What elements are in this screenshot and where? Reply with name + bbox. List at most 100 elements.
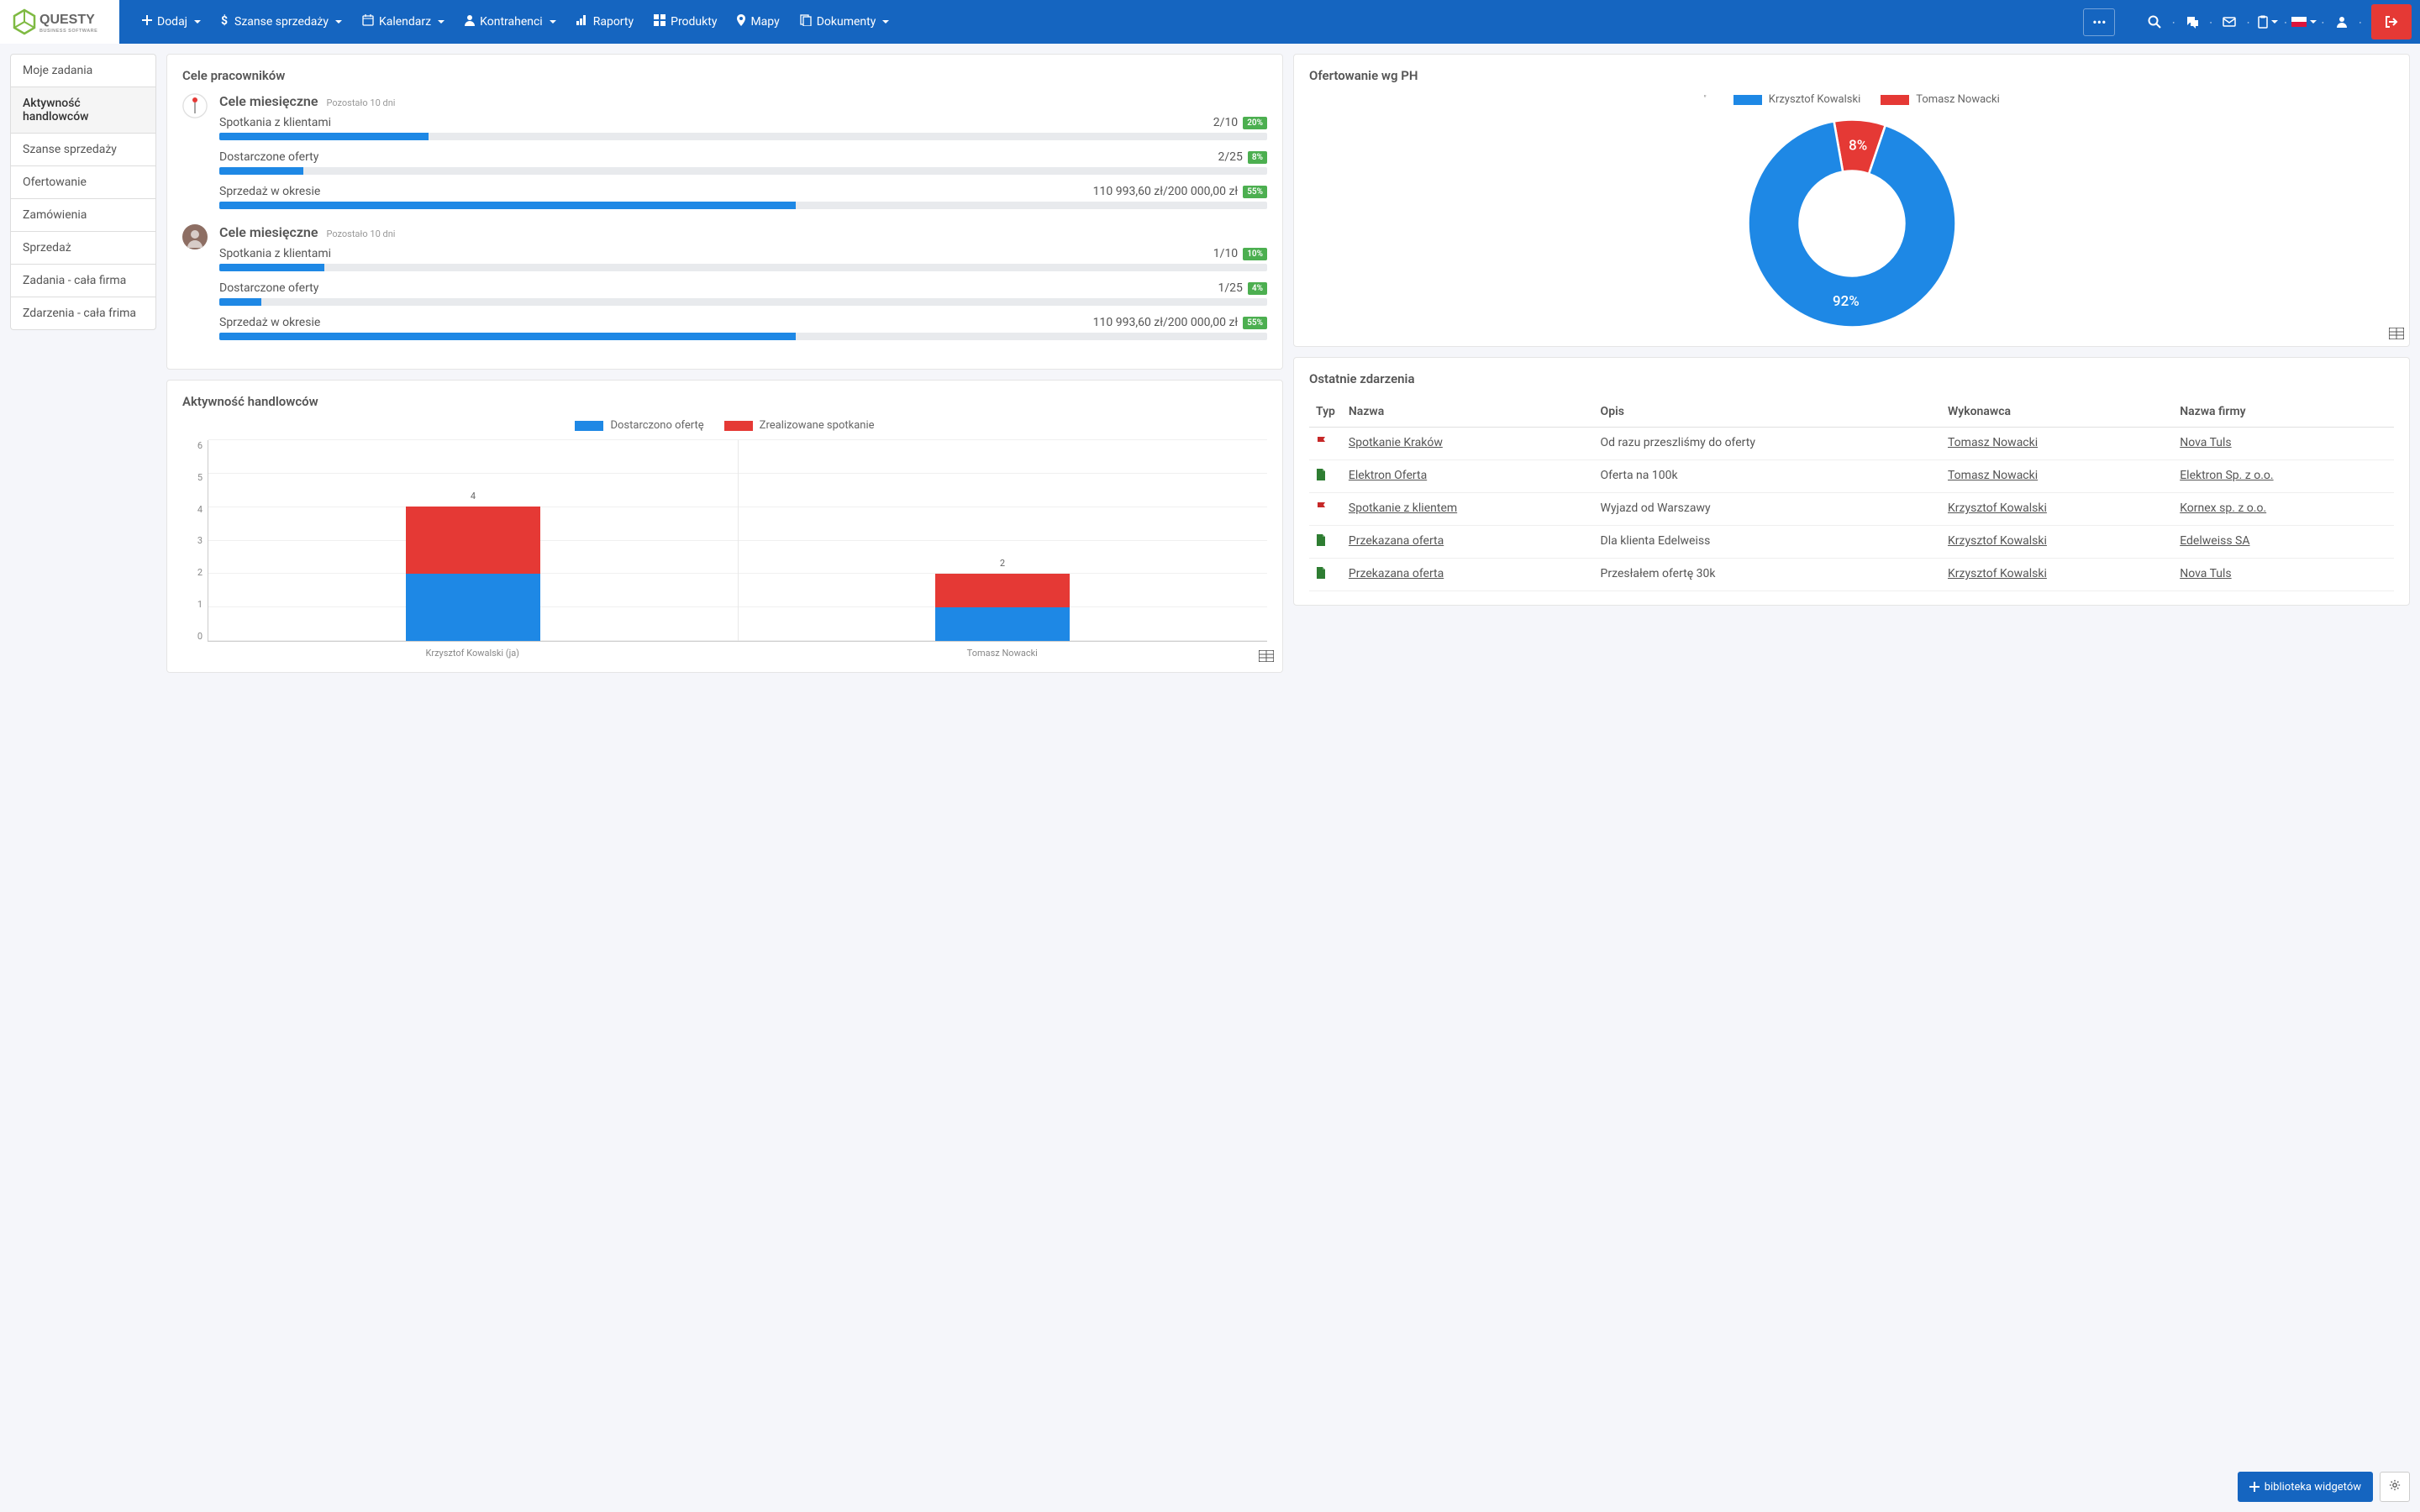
bar-chart-legend: Dostarczono ofertę Zrealizowane spotkanie — [182, 419, 1267, 432]
event-type-icon — [1309, 428, 1342, 460]
avatar — [182, 93, 208, 118]
events-card: Ostatnie zdarzenia TypNazwaOpisWykonawca… — [1293, 357, 2410, 606]
sidebar-tabs: Moje zadaniaAktywność handlowcówSzanse s… — [10, 54, 156, 330]
event-name-link[interactable]: Przekazana oferta — [1349, 534, 1444, 548]
sidebar-tab-5[interactable]: Sprzedaż — [11, 232, 155, 265]
event-name-link[interactable]: Przekazana oferta — [1349, 567, 1444, 580]
nav-dodaj[interactable]: Dodaj — [132, 0, 211, 44]
file-icon — [800, 14, 812, 29]
progress-bar — [219, 333, 1267, 340]
sidebar-tab-0[interactable]: Moje zadania — [11, 55, 155, 87]
nav-szanse-sprzedaży[interactable]: $Szanse sprzedaży — [211, 0, 352, 44]
dollar-icon: $ — [221, 14, 229, 29]
sidebar: Moje zadaniaAktywność handlowcówSzanse s… — [10, 54, 156, 673]
chart-icon — [576, 15, 588, 29]
activity-card: Aktywność handlowców Dostarczono ofertę Z… — [166, 380, 1283, 673]
x-axis-label: Krzysztof Kowalski (ja) — [208, 648, 738, 659]
table-row: Elektron OfertaOferta na 100kTomasz Nowa… — [1309, 460, 2394, 493]
goals-title: Cele pracowników — [182, 68, 1267, 83]
sidebar-tab-1[interactable]: Aktywność handlowców — [11, 87, 155, 134]
nav-raporty[interactable]: Raporty — [566, 0, 644, 44]
sidebar-tab-3[interactable]: Ofertowanie — [11, 166, 155, 199]
widgets-button-label: biblioteka widgetów — [2265, 1481, 2361, 1494]
clipboard-icon[interactable] — [2253, 8, 2281, 36]
svg-text:BUSINESS SOFTWARE: BUSINESS SOFTWARE — [39, 29, 97, 34]
legend-item[interactable]: Krzysztof Kowalski — [1733, 93, 1860, 106]
progress-bar — [219, 298, 1267, 306]
event-firm-link[interactable]: Kornex sp. z o.o. — [2180, 501, 2266, 515]
event-desc: Wyjazd od Warszawy — [1594, 493, 1941, 526]
progress-bar — [219, 167, 1267, 175]
nav-mapy[interactable]: Mapy — [727, 0, 789, 44]
sidebar-tab-2[interactable]: Szanse sprzedaży — [11, 134, 155, 166]
nav-overflow-button[interactable]: ••• — [2083, 8, 2115, 36]
event-name-link[interactable]: Spotkanie Kraków — [1349, 436, 1443, 449]
event-firm-link[interactable]: Edelweiss SA — [2180, 534, 2249, 548]
event-type-icon — [1309, 460, 1342, 493]
table-header: Nazwa firmy — [2173, 396, 2394, 428]
nav-kalendarz[interactable]: Kalendarz — [352, 0, 455, 44]
table-header: Opis — [1594, 396, 1941, 428]
nav-right: ● ● ● ● ● ● — [2140, 0, 2412, 44]
progress-bar — [219, 264, 1267, 271]
event-name-link[interactable]: Elektron Oferta — [1349, 469, 1427, 482]
goals-card: Cele pracowników Cele miesięcznePozostał… — [166, 54, 1283, 370]
footer-buttons: biblioteka widgetów — [2238, 1472, 2410, 1502]
logout-button[interactable] — [2371, 4, 2412, 39]
event-type-icon — [1309, 526, 1342, 559]
table-row: Przekazana ofertaPrzesłałem ofertę 30kKr… — [1309, 559, 2394, 591]
table-view-icon[interactable] — [2389, 328, 2404, 343]
top-nav: QUESTY BUSINESS SOFTWARE Dodaj$Szanse sp… — [0, 0, 2420, 44]
x-axis-label: Tomasz Nowacki — [738, 648, 1268, 659]
progress-bar — [219, 202, 1267, 209]
sidebar-tab-4[interactable]: Zamówienia — [11, 199, 155, 232]
nav-dokumenty[interactable]: Dokumenty — [790, 0, 900, 44]
event-who-link[interactable]: Krzysztof Kowalski — [1948, 567, 2047, 580]
donut-card: Ofertowanie wg PH "Krzysztof KowalskiTom… — [1293, 54, 2410, 347]
widgets-library-button[interactable]: biblioteka widgetów — [2238, 1472, 2373, 1502]
goal-item: Spotkania z klientami1/1010% — [219, 247, 1267, 271]
event-firm-link[interactable]: Nova Tuls — [2180, 436, 2231, 449]
event-type-icon — [1309, 493, 1342, 526]
table-header: Wykonawca — [1941, 396, 2173, 428]
bar-chart: 6543210 42 Krzysztof Kowalski (ja)Tomasz… — [182, 440, 1267, 659]
goal-item: Dostarczone oferty2/258% — [219, 150, 1267, 175]
events-table: TypNazwaOpisWykonawcaNazwa firmy Spotkan… — [1309, 396, 2394, 591]
language-flag[interactable] — [2290, 8, 2318, 36]
mail-icon[interactable] — [2215, 8, 2244, 36]
event-who-link[interactable]: Tomasz Nowacki — [1948, 436, 2038, 449]
goal-user-1: Cele miesięcznePozostało 10 dniSpotkania… — [182, 224, 1267, 350]
search-icon[interactable] — [2140, 8, 2169, 36]
avatar — [182, 224, 208, 249]
table-header: Typ — [1309, 396, 1342, 428]
sidebar-tab-6[interactable]: Zadania - cała firma — [11, 265, 155, 297]
nav-produkty[interactable]: Produkty — [644, 0, 727, 44]
goal-item: Sprzedaż w okresie110 993,60 zł/200 000,… — [219, 316, 1267, 340]
logo[interactable]: QUESTY BUSINESS SOFTWARE — [0, 0, 119, 44]
goal-item: Spotkania z klientami2/1020% — [219, 116, 1267, 140]
svg-text:92%: 92% — [1833, 293, 1860, 310]
legend-item[interactable]: Dostarczono ofertę — [575, 419, 703, 432]
table-row: Spotkanie z klientem Wyjazd od Warszawy Kr… — [1309, 493, 2394, 526]
svg-text:QUESTY: QUESTY — [39, 13, 95, 27]
chat-icon[interactable] — [2178, 8, 2207, 36]
nav-kontrahenci[interactable]: Kontrahenci — [455, 0, 566, 44]
activity-title: Aktywność handlowców — [182, 394, 1267, 409]
event-firm-link[interactable]: Nova Tuls — [2180, 567, 2231, 580]
legend-item[interactable]: Zrealizowane spotkanie — [724, 419, 875, 432]
event-name-link[interactable]: Spotkanie z klientem — [1349, 501, 1457, 515]
legend-item[interactable]: Tomasz Nowacki — [1881, 93, 1999, 106]
grid-icon — [654, 14, 666, 29]
settings-button[interactable] — [2380, 1472, 2410, 1502]
event-desc: Od razu przeszliśmy do oferty — [1594, 428, 1941, 460]
event-who-link[interactable]: Tomasz Nowacki — [1948, 469, 2038, 482]
pin-icon — [737, 14, 745, 29]
calendar-icon — [362, 14, 374, 29]
svg-text:8%: 8% — [1849, 138, 1867, 155]
user-icon[interactable] — [2328, 8, 2356, 36]
event-who-link[interactable]: Krzysztof Kowalski — [1948, 501, 2047, 515]
event-who-link[interactable]: Krzysztof Kowalski — [1948, 534, 2047, 548]
table-view-icon[interactable] — [1259, 650, 1274, 665]
sidebar-tab-7[interactable]: Zdarzenia - cała frima — [11, 297, 155, 329]
event-firm-link[interactable]: Elektron Sp. z o.o. — [2180, 469, 2273, 482]
